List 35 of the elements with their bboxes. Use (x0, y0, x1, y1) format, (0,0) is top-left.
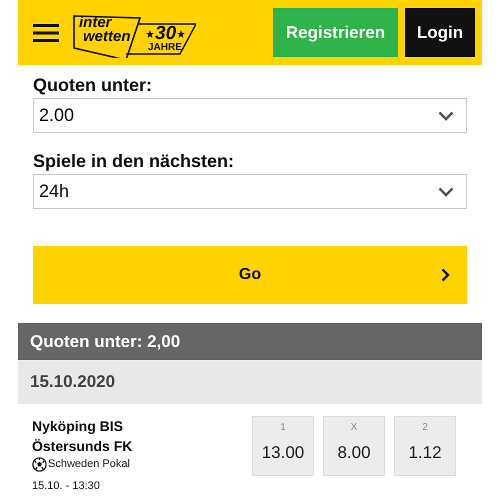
odds-label: 2 (422, 421, 428, 435)
date-text: 15.10.2020 (30, 371, 116, 394)
odds-label: X (350, 421, 358, 435)
odds-value: 1.12 (408, 442, 442, 464)
star-icon (177, 30, 186, 38)
odds-button[interactable]: X 8.00 (323, 416, 385, 476)
filter-label: Spiele in den nächsten: (33, 150, 236, 173)
select-value: 24h (39, 180, 70, 203)
menu-icon[interactable] (33, 24, 59, 42)
chevron-down-icon (438, 110, 454, 120)
select-value: 2.00 (39, 104, 74, 127)
competition-name: Schweden Pokal (48, 457, 130, 472)
chevron-right-icon (441, 268, 450, 282)
go-button[interactable]: Go (33, 246, 467, 304)
odds-label: 1 (280, 421, 286, 435)
star-icon (146, 30, 154, 38)
section-title: Quoten unter: 2,00 (30, 330, 180, 353)
team-name: Nyköping BIS (32, 417, 124, 436)
odds-value: 8.00 (337, 442, 371, 464)
match-time: 15.10. - 13:30 (32, 478, 101, 494)
filter-label: Quoten unter: (33, 74, 153, 97)
select-field[interactable]: 2.00 (33, 98, 467, 133)
logo-text: inter (79, 16, 114, 30)
login-button[interactable]: Login (405, 8, 475, 57)
odds-value: 13.00 (262, 442, 304, 464)
team-name: Östersunds FK (32, 437, 132, 456)
logo-text: wetten (82, 30, 131, 44)
chevron-down-icon (438, 186, 454, 196)
logo[interactable]: inter wetten 30 JAHRE (72, 10, 196, 58)
odds-button[interactable]: 2 1.12 (394, 416, 456, 476)
football-icon (32, 456, 47, 472)
odds-button[interactable]: 1 13.00 (252, 416, 314, 476)
anniversary-label: JAHRE (148, 42, 182, 52)
anniversary-number: 30 (155, 24, 176, 44)
select-field[interactable]: 24h (33, 174, 467, 209)
